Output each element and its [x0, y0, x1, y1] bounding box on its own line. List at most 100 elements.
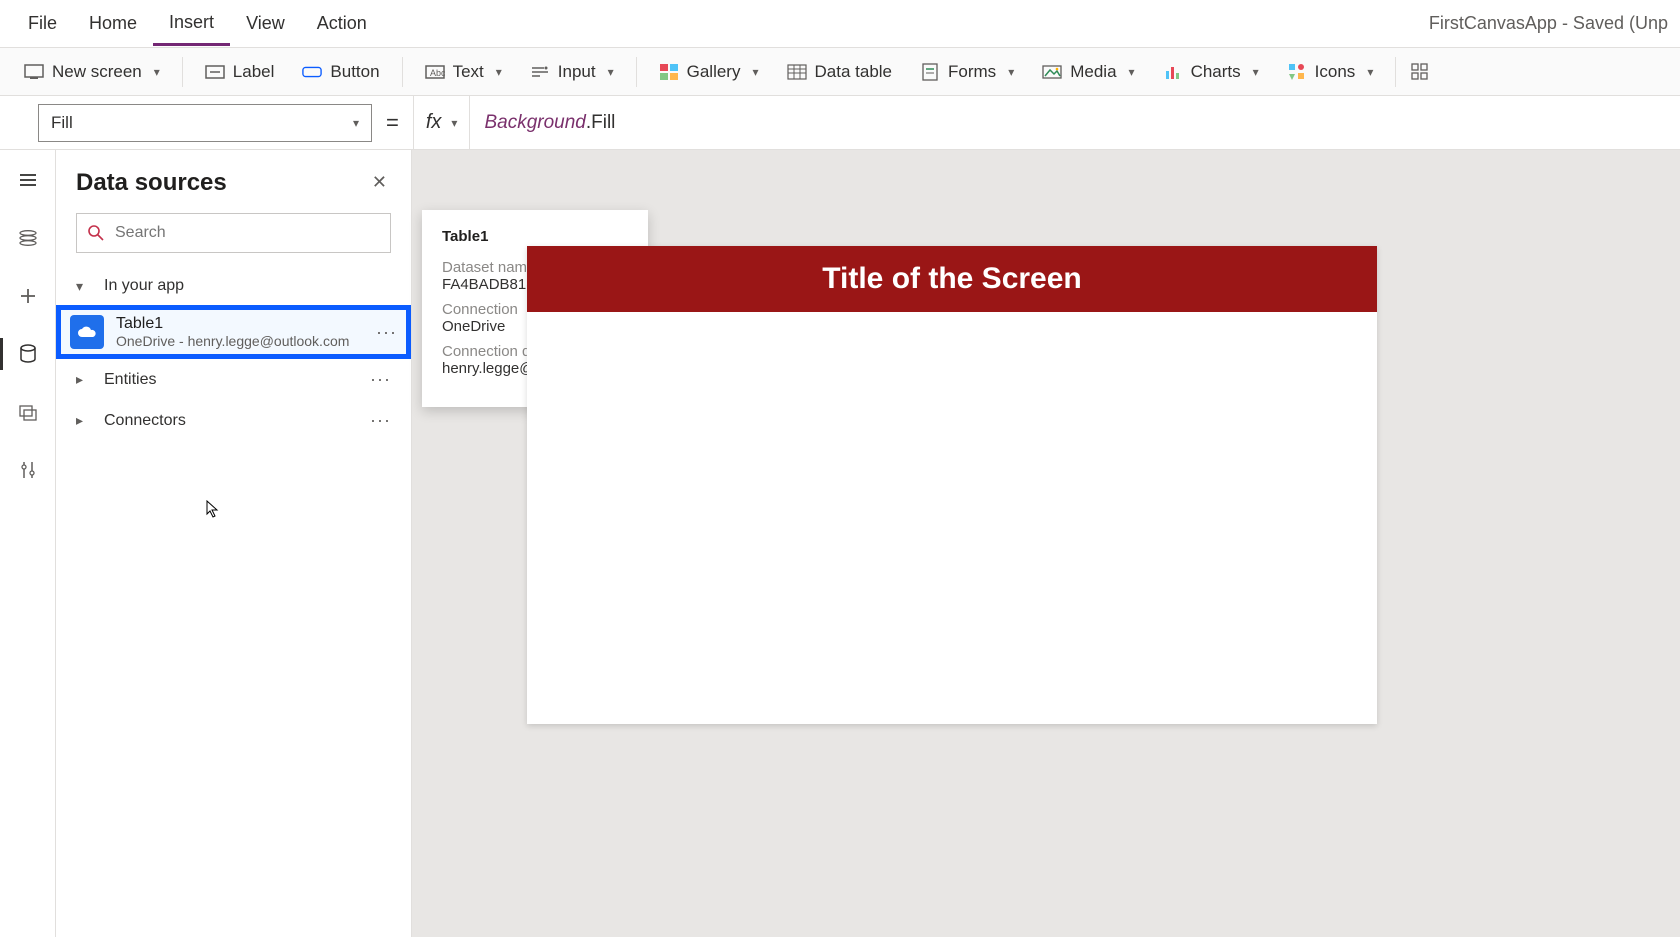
more-icon[interactable]: ···	[370, 369, 391, 390]
input-label: Input	[558, 62, 596, 82]
text-button[interactable]: Abc Text ▾	[413, 56, 514, 88]
grid-icon	[1410, 62, 1430, 82]
chevron-down-icon: ▾	[154, 65, 160, 79]
svg-text:Abc: Abc	[430, 68, 445, 78]
menu-bar: File Home Insert View Action FirstCanvas…	[0, 0, 1680, 48]
more-controls-button[interactable]	[1406, 56, 1434, 88]
section-entities[interactable]: ▸ Entities ···	[56, 359, 411, 400]
text-label: Text	[453, 62, 484, 82]
search-input[interactable]	[115, 224, 380, 242]
left-rail	[0, 150, 56, 937]
icons-icon	[1287, 62, 1307, 82]
charts-icon	[1163, 62, 1183, 82]
media-label: Media	[1070, 62, 1116, 82]
panel-title: Data sources	[76, 169, 227, 197]
ribbon: New screen ▾ Label Button Abc Text ▾ Inp…	[0, 48, 1680, 96]
tree-view-icon[interactable]	[12, 222, 44, 254]
chevron-down-icon: ▾	[451, 116, 457, 130]
chevron-down-icon: ▾	[1129, 65, 1135, 79]
data-source-item-table1[interactable]: Table1 OneDrive - henry.legge@outlook.co…	[56, 305, 411, 359]
chevron-down-icon: ▾	[76, 278, 90, 295]
advanced-tools-icon[interactable]	[12, 454, 44, 486]
section-label: Entities	[104, 371, 156, 389]
data-table-button[interactable]: Data table	[775, 56, 905, 88]
formula-token-prop: .Fill	[586, 112, 616, 133]
app-canvas[interactable]: Title of the Screen	[527, 246, 1377, 724]
chevron-right-icon: ▸	[76, 412, 90, 429]
new-screen-label: New screen	[52, 62, 142, 82]
chevron-down-icon: ▾	[1367, 65, 1373, 79]
chevron-down-icon: ▾	[608, 65, 614, 79]
forms-icon	[920, 62, 940, 82]
onedrive-icon	[70, 315, 104, 349]
property-dropdown[interactable]: Fill ▾	[38, 104, 372, 142]
media-button[interactable]: Media ▾	[1030, 56, 1146, 88]
search-box[interactable]	[76, 213, 391, 253]
more-icon[interactable]: ···	[376, 322, 397, 343]
button-icon	[302, 62, 322, 82]
input-button[interactable]: Input ▾	[518, 56, 626, 88]
section-label: In your app	[104, 277, 184, 295]
section-label: Connectors	[104, 412, 186, 430]
icons-button[interactable]: Icons ▾	[1275, 56, 1386, 88]
label-icon	[205, 62, 225, 82]
charts-button[interactable]: Charts ▾	[1151, 56, 1271, 88]
fx-button[interactable]: fx ▾	[413, 96, 471, 149]
charts-label: Charts	[1191, 62, 1241, 82]
screen-title-bar[interactable]: Title of the Screen	[527, 246, 1377, 312]
chevron-right-icon: ▸	[76, 371, 90, 388]
text-icon: Abc	[425, 62, 445, 82]
button-button[interactable]: Button	[290, 56, 391, 88]
icons-label: Icons	[1315, 62, 1356, 82]
forms-button[interactable]: Forms ▾	[908, 56, 1026, 88]
label-label: Label	[233, 62, 275, 82]
screen-title-text: Title of the Screen	[822, 262, 1082, 296]
chevron-down-icon: ▾	[1253, 65, 1259, 79]
gallery-button[interactable]: Gallery ▾	[647, 56, 771, 88]
formula-input[interactable]: Background.Fill	[470, 111, 1680, 134]
equals-sign: =	[386, 110, 399, 136]
input-icon	[530, 62, 550, 82]
media-icon	[1042, 62, 1062, 82]
tab-file[interactable]: File	[12, 3, 73, 44]
media-rail-icon[interactable]	[12, 396, 44, 428]
chevron-down-icon: ▾	[496, 65, 502, 79]
property-value: Fill	[51, 113, 73, 133]
data-source-subtitle: OneDrive - henry.legge@outlook.com	[116, 333, 349, 349]
button-label: Button	[330, 62, 379, 82]
close-icon[interactable]: ✕	[368, 168, 391, 197]
divider	[1395, 57, 1396, 87]
chevron-down-icon: ▾	[752, 65, 758, 79]
divider	[636, 57, 637, 87]
data-table-icon	[787, 62, 807, 82]
tab-home[interactable]: Home	[73, 3, 153, 44]
insert-icon[interactable]	[12, 280, 44, 312]
cursor-icon	[206, 500, 220, 518]
chevron-down-icon: ▾	[1008, 65, 1014, 79]
divider	[182, 57, 183, 87]
tooltip-title: Table1	[442, 228, 628, 245]
data-icon[interactable]	[12, 338, 44, 370]
data-table-label: Data table	[815, 62, 893, 82]
data-sources-panel: Data sources ✕ ▾ In your app Table1 OneD…	[56, 150, 412, 937]
formula-bar: Fill ▾ = fx ▾ Background.Fill	[0, 96, 1680, 150]
chevron-down-icon: ▾	[353, 116, 359, 130]
more-icon[interactable]: ···	[370, 410, 391, 431]
data-source-name: Table1	[116, 315, 349, 333]
fx-label: fx	[426, 111, 442, 134]
section-connectors[interactable]: ▸ Connectors ···	[56, 400, 411, 441]
gallery-label: Gallery	[687, 62, 741, 82]
canvas-area[interactable]: Table1 Dataset name FA4BADB8183CF7B8!122…	[412, 150, 1680, 937]
gallery-icon	[659, 62, 679, 82]
forms-label: Forms	[948, 62, 996, 82]
main-area: Data sources ✕ ▾ In your app Table1 OneD…	[0, 150, 1680, 937]
label-button[interactable]: Label	[193, 56, 287, 88]
app-title: FirstCanvasApp - Saved (Unp	[1429, 13, 1668, 34]
tab-action[interactable]: Action	[301, 3, 383, 44]
tab-view[interactable]: View	[230, 3, 301, 44]
hamburger-icon[interactable]	[12, 164, 44, 196]
section-in-your-app[interactable]: ▾ In your app	[56, 267, 411, 305]
new-screen-button[interactable]: New screen ▾	[12, 56, 172, 88]
formula-token-object: Background	[484, 112, 585, 133]
tab-insert[interactable]: Insert	[153, 2, 230, 46]
